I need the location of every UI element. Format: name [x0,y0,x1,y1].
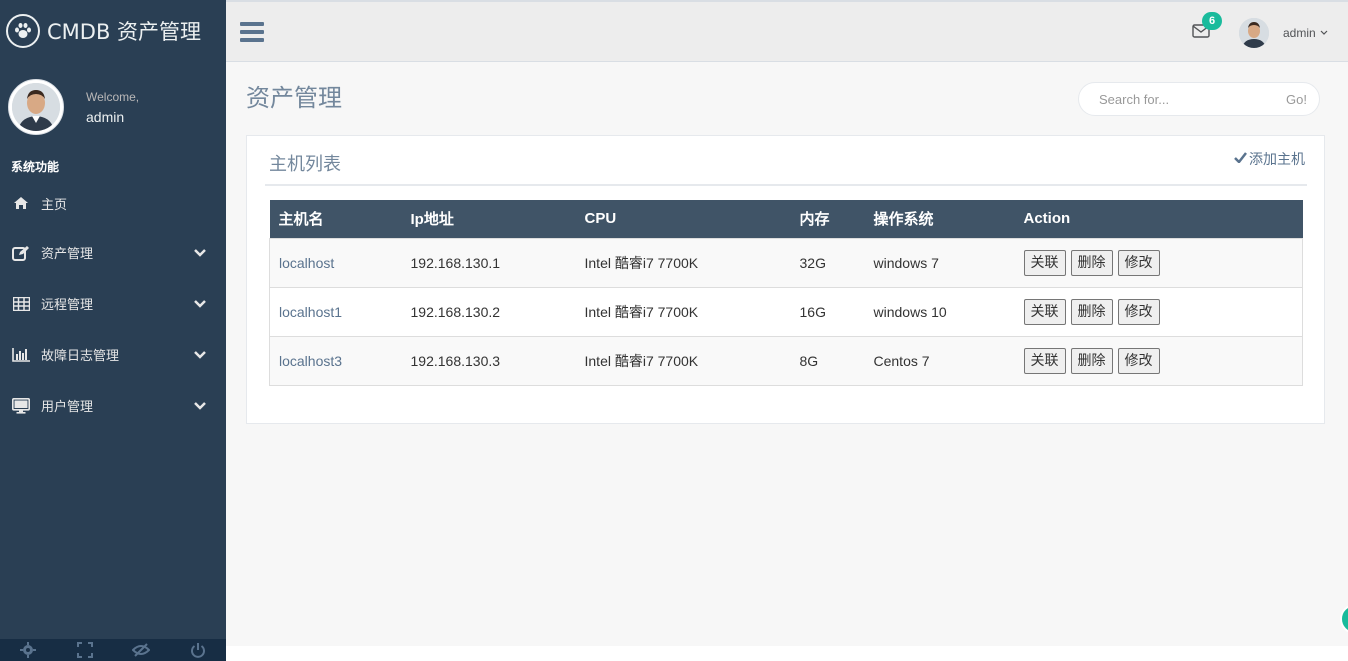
bar-chart-icon [11,347,31,363]
eye-slash-icon[interactable] [113,639,169,661]
top-nav: 6 admin [226,0,1348,634]
power-icon[interactable] [170,639,226,661]
chevron-down-icon [1320,28,1328,39]
memory-cell: 32G [799,254,826,271]
table-row: localhost 192.168.130.1 Intel 酷睿i7 7700K… [269,238,1303,287]
action-cell: 关联 删除 修改 [1015,238,1303,287]
sidebar-item-label: 主页 [41,197,68,213]
delete-button[interactable]: 删除 [1070,249,1113,276]
fullscreen-icon[interactable] [57,639,113,661]
search-box: Go! [1078,82,1320,116]
brand-title: CMDB 资产管理 [47,20,202,44]
welcome-text: Welcome, [86,89,140,104]
action-cell: 关联 删除 修改 [1015,287,1303,336]
host-table: 主机名 Ip地址 CPU 内存 操作系统 Action localhost 19… [269,200,1303,386]
column-header-memory: 内存 [799,211,830,229]
footer-strip [226,646,1348,661]
home-icon [11,195,31,211]
sidebar-item-label: 远程管理 [41,298,94,313]
os-cell: windows 7 [873,254,939,271]
sidebar-item-fault-log[interactable]: 故障日志管理 [0,329,226,380]
sidebar-item-label: 用户管理 [41,400,94,415]
table-header-row: 主机名 Ip地址 CPU 内存 操作系统 Action [269,200,1303,238]
sidebar-item-label: 故障日志管理 [41,349,120,364]
main-content: 资产管理 Go! 主机列表 添加主机 主机名 Ip地址 CPU [226,62,1348,646]
cpu-cell: Intel 酷睿i7 7700K [584,352,699,369]
user-menu[interactable]: admin [1239,18,1328,48]
ip-cell: 192.168.130.2 [410,303,501,320]
delete-button[interactable]: 删除 [1070,347,1113,374]
profile: Welcome, admin [0,62,226,152]
sidebar-item-home[interactable]: 主页 [0,187,226,219]
delete-button[interactable]: 删除 [1070,298,1113,325]
table-icon [11,296,31,312]
search-go-button[interactable]: Go! [1286,92,1307,107]
sidebar-item-label: 资产管理 [41,247,94,262]
ip-cell: 192.168.130.1 [410,254,501,271]
table-row: localhost3 192.168.130.3 Intel 酷睿i7 7700… [269,336,1303,385]
link-button[interactable]: 关联 [1023,249,1066,276]
page-title: 资产管理 [246,84,342,112]
sidebar: CMDB 资产管理 Welcome, admin 系统功能 主页 资产管理 远程… [0,0,226,661]
link-button[interactable]: 关联 [1023,298,1066,325]
column-header-ip: Ip地址 [410,211,454,229]
paw-icon [6,14,40,48]
host-name-link[interactable]: localhost1 [270,287,402,336]
check-icon [1234,151,1247,167]
avatar [8,79,64,135]
chevron-down-icon [194,349,206,361]
column-header-hostname: 主机名 [278,211,324,229]
search-input[interactable] [1099,91,1287,107]
ip-cell: 192.168.130.3 [410,352,501,369]
chevron-down-icon [194,298,206,310]
chevron-down-icon [194,400,206,412]
host-name-link[interactable]: localhost [270,238,402,287]
memory-cell: 16G [799,303,826,320]
chevron-down-icon [194,247,206,259]
edit-button[interactable]: 修改 [1117,298,1160,325]
add-host-label: 添加主机 [1249,152,1305,168]
mail-count-badge: 6 [1202,12,1222,30]
host-list-panel: 主机列表 添加主机 主机名 Ip地址 CPU 内存 操作系统 Action lo… [246,135,1325,424]
sidebar-item-remote[interactable]: 远程管理 [0,278,226,329]
os-cell: windows 10 [873,303,947,320]
edit-button[interactable]: 修改 [1117,249,1160,276]
section-title: 系统功能 [11,160,60,174]
cpu-cell: Intel 酷睿i7 7700K [584,303,699,320]
edit-button[interactable]: 修改 [1117,347,1160,374]
panel-header: 主机列表 添加主机 [265,136,1307,186]
sidebar-item-users[interactable]: 用户管理 [0,380,226,431]
cpu-cell: Intel 酷睿i7 7700K [584,254,699,271]
column-header-action: Action [1023,210,1071,228]
gear-icon[interactable] [0,639,56,661]
table-row: localhost1 192.168.130.2 Intel 酷睿i7 7700… [269,287,1303,336]
add-host-button[interactable]: 添加主机 [1234,149,1305,169]
brand[interactable]: CMDB 资产管理 [0,0,226,62]
os-cell: Centos 7 [873,352,930,369]
menu-toggle-icon[interactable] [240,20,264,44]
panel-title: 主机列表 [269,154,341,175]
user-name: admin [1283,26,1316,40]
edit-icon [11,245,31,261]
link-button[interactable]: 关联 [1023,347,1066,374]
column-header-cpu: CPU [584,210,617,228]
memory-cell: 8G [799,352,819,369]
action-cell: 关联 删除 修改 [1015,336,1303,385]
sidebar-item-assets[interactable]: 资产管理 [0,227,226,278]
avatar [1239,18,1269,48]
column-header-os: 操作系统 [873,211,934,229]
profile-name: admin [86,108,125,125]
sidebar-footer [0,639,226,661]
desktop-icon [11,397,31,414]
host-name-link[interactable]: localhost3 [270,336,402,385]
